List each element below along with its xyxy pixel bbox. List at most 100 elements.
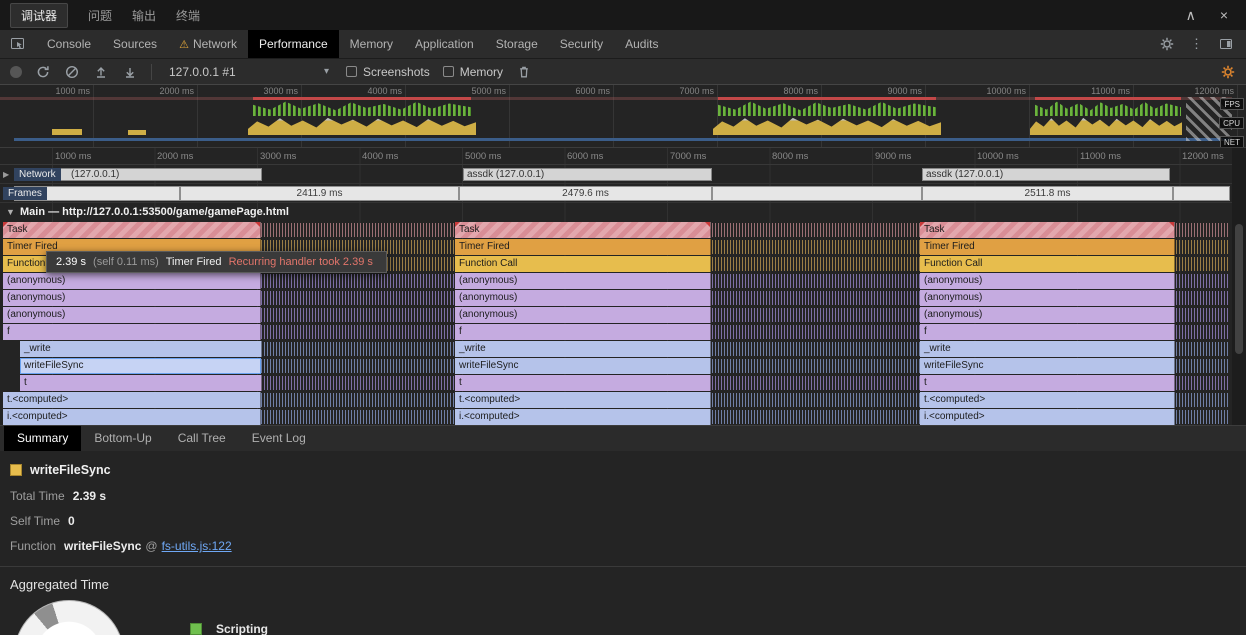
flame-bar-writefilesync-selected[interactable]: writeFileSync bbox=[20, 358, 261, 374]
flame-bar-anonymous[interactable]: (anonymous) bbox=[920, 273, 1175, 289]
frame-box[interactable]: 2511.8 ms bbox=[922, 186, 1173, 201]
flame-bar-timer-fired[interactable]: Timer Fired bbox=[455, 239, 711, 255]
overview-tick-label: 8000 ms bbox=[783, 86, 818, 96]
panel-tab-output[interactable]: 输出 bbox=[132, 7, 156, 24]
flame-bar-t-computed[interactable]: t.<computed> bbox=[3, 392, 261, 408]
screenshots-option: Screenshots bbox=[346, 65, 430, 79]
flame-bar-writefilesync[interactable]: writeFileSync bbox=[455, 358, 711, 374]
tab-event-log[interactable]: Event Log bbox=[239, 426, 319, 451]
flame-bar-f[interactable]: f bbox=[3, 324, 261, 340]
window-controls: ∧ × bbox=[1186, 7, 1246, 24]
timeline-detail: 1000 ms 2000 ms 3000 ms 4000 ms 5000 ms … bbox=[0, 148, 1246, 425]
panel-tab-debugger[interactable]: 调试器 bbox=[10, 2, 69, 28]
tab-memory[interactable]: Memory bbox=[339, 30, 404, 58]
more-options-icon[interactable]: ⋮ bbox=[1190, 36, 1203, 52]
flame-bar-i-computed[interactable]: i.<computed> bbox=[455, 409, 711, 425]
flame-bar-anonymous[interactable]: (anonymous) bbox=[920, 290, 1175, 306]
record-button[interactable] bbox=[10, 65, 22, 78]
main-thread-header[interactable]: ▼ Main — http://127.0.0.1:53500/game/gam… bbox=[0, 203, 1232, 222]
frame-box[interactable]: 2411.9 ms bbox=[180, 186, 459, 201]
panel-tab-terminal[interactable]: 终端 bbox=[176, 7, 200, 24]
panel-tab-problems[interactable]: 问题 bbox=[88, 7, 112, 24]
memory-checkbox[interactable] bbox=[442, 66, 454, 77]
tab-application[interactable]: Application bbox=[404, 30, 485, 58]
garbage-collect-icon[interactable] bbox=[516, 64, 532, 80]
event-color-swatch bbox=[10, 464, 22, 476]
flame-bar-anonymous[interactable]: (anonymous) bbox=[455, 307, 711, 323]
tab-bottom-up[interactable]: Bottom-Up bbox=[81, 426, 164, 451]
flame-bar-t[interactable]: t bbox=[920, 375, 1175, 391]
capture-settings-gear-icon[interactable] bbox=[1220, 64, 1236, 80]
flame-bar-t-computed[interactable]: t.<computed> bbox=[455, 392, 711, 408]
flame-bar-task[interactable]: Task bbox=[3, 222, 261, 238]
collapse-icon[interactable]: ∧ bbox=[1186, 7, 1196, 24]
flame-bar-task[interactable]: Task bbox=[455, 222, 711, 238]
flame-bar-f[interactable]: f bbox=[455, 324, 711, 340]
total-time-row: Total Time 2.39 s bbox=[10, 489, 107, 503]
aggregated-time-title: Aggregated Time bbox=[10, 577, 110, 592]
flame-bar-t[interactable]: t bbox=[20, 375, 262, 391]
tooltip-event-name: Timer Fired bbox=[165, 256, 222, 268]
network-lane-label[interactable]: Network bbox=[14, 168, 61, 181]
flame-bar-anonymous[interactable]: (anonymous) bbox=[455, 290, 711, 306]
overview-tick-label: 7000 ms bbox=[679, 86, 714, 96]
overview-tick-label: 12000 ms bbox=[1194, 86, 1234, 96]
flame-bar-f[interactable]: f bbox=[920, 324, 1175, 340]
tab-sources[interactable]: Sources bbox=[102, 30, 168, 58]
flame-bar-i-computed[interactable]: i.<computed> bbox=[3, 409, 261, 425]
profile-select[interactable]: 127.0.0.1 #1 ▾ bbox=[165, 65, 333, 79]
save-profile-icon[interactable] bbox=[122, 64, 138, 80]
flame-bar-write[interactable]: _write bbox=[455, 341, 711, 357]
frames-lane-label[interactable]: Frames bbox=[3, 187, 47, 200]
cpu-lane-label: CPU bbox=[1219, 117, 1244, 129]
flame-bar-function-call[interactable]: Function Call bbox=[455, 256, 711, 272]
timeline-overview[interactable]: 1000 ms 2000 ms 3000 ms 4000 ms 5000 ms … bbox=[0, 85, 1246, 148]
tab-storage[interactable]: Storage bbox=[485, 30, 549, 58]
frame-box[interactable]: 2479.6 ms bbox=[459, 186, 712, 201]
ruler-tick-label: 1000 ms bbox=[55, 151, 92, 162]
close-icon[interactable]: × bbox=[1220, 7, 1228, 24]
tab-summary[interactable]: Summary bbox=[4, 426, 82, 451]
flame-bar-write[interactable]: _write bbox=[20, 341, 262, 357]
tab-audits[interactable]: Audits bbox=[614, 30, 669, 58]
settings-gear-icon[interactable] bbox=[1159, 36, 1175, 52]
flame-bar-anonymous[interactable]: (anonymous) bbox=[3, 290, 261, 306]
flame-bar-anonymous[interactable]: (anonymous) bbox=[455, 273, 711, 289]
frame-box[interactable] bbox=[712, 186, 922, 201]
load-profile-icon[interactable] bbox=[93, 64, 109, 80]
flame-bar-write[interactable]: _write bbox=[920, 341, 1175, 357]
reload-record-icon[interactable] bbox=[35, 64, 51, 80]
clear-icon[interactable] bbox=[64, 64, 80, 80]
dock-side-icon[interactable] bbox=[1218, 36, 1234, 52]
flame-row: f f f bbox=[0, 324, 1232, 340]
network-request-bar[interactable]: assdk (127.0.0.1) bbox=[463, 168, 712, 181]
flame-bar-i-computed[interactable]: i.<computed> bbox=[920, 409, 1175, 425]
flame-bar-anonymous[interactable]: (anonymous) bbox=[920, 307, 1175, 323]
tab-performance[interactable]: Performance bbox=[247, 30, 339, 58]
flame-bar-writefilesync[interactable]: writeFileSync bbox=[920, 358, 1175, 374]
tab-console[interactable]: Console bbox=[36, 30, 102, 58]
network-lane: ▶ (127.0.0.1) assdk (127.0.0.1) assdk (1… bbox=[0, 165, 1232, 184]
source-location-link[interactable]: fs-utils.js:122 bbox=[162, 539, 232, 553]
network-request-bar[interactable]: assdk (127.0.0.1) bbox=[922, 168, 1170, 181]
tab-network[interactable]: ⚠ Network bbox=[168, 30, 248, 58]
tab-security[interactable]: Security bbox=[549, 30, 614, 58]
frame-box[interactable] bbox=[1173, 186, 1230, 201]
screenshots-checkbox[interactable] bbox=[346, 66, 357, 77]
flame-bar-timer-fired[interactable]: Timer Fired bbox=[920, 239, 1175, 255]
overview-tick-label: 3000 ms bbox=[263, 86, 298, 96]
flame-row: (anonymous) (anonymous) (anonymous) bbox=[0, 290, 1232, 306]
flame-bar-anonymous[interactable]: (anonymous) bbox=[3, 273, 261, 289]
flame-bar-function-call[interactable]: Function Call bbox=[920, 256, 1175, 272]
flame-bar-task[interactable]: Task bbox=[920, 222, 1175, 238]
flame-row: writeFileSync writeFileSync writeFileSyn… bbox=[0, 358, 1232, 374]
tab-call-tree[interactable]: Call Tree bbox=[165, 426, 239, 451]
scrollbar-thumb[interactable] bbox=[1235, 224, 1243, 354]
expand-arrow-icon[interactable]: ▶ bbox=[3, 170, 9, 179]
flame-bar-t-computed[interactable]: t.<computed> bbox=[920, 392, 1175, 408]
vertical-scrollbar[interactable] bbox=[1232, 148, 1246, 425]
flame-bar-t[interactable]: t bbox=[455, 375, 711, 391]
tooltip-duration: 2.39 s bbox=[56, 256, 86, 268]
inspect-element-icon[interactable] bbox=[0, 30, 36, 58]
flame-bar-anonymous[interactable]: (anonymous) bbox=[3, 307, 261, 323]
